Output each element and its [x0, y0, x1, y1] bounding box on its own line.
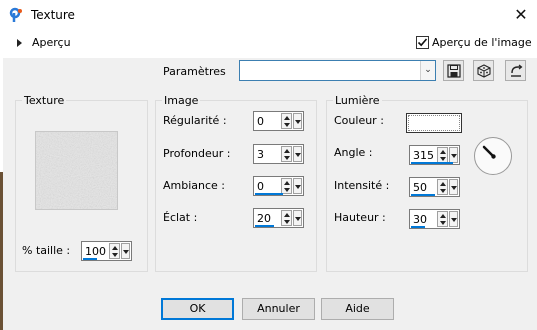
eclat-updown-icon[interactable]	[281, 210, 292, 226]
expand-triangle-icon[interactable]	[17, 39, 22, 47]
random-button[interactable]	[473, 60, 494, 81]
angle-fill-bar	[411, 162, 453, 164]
ambiance-updown-icon[interactable]	[281, 178, 292, 194]
size-fill-bar	[83, 258, 97, 260]
preview-image-checkbox[interactable]	[416, 36, 429, 49]
help-button[interactable]: Aide	[321, 298, 394, 320]
angle-spinner[interactable]: 315	[409, 145, 460, 165]
regularite-label: Régularité :	[163, 114, 227, 127]
close-icon[interactable]: ✕	[510, 4, 532, 26]
profondeur-dropdown-icon[interactable]	[293, 146, 302, 162]
ambiance-spinner[interactable]: 0	[253, 176, 304, 196]
angle-value: 315	[413, 149, 434, 162]
regularite-value: 0	[257, 115, 264, 128]
save-preset-button[interactable]	[443, 60, 464, 81]
title-bar: Texture ✕	[0, 0, 537, 31]
window-title: Texture	[31, 8, 75, 22]
profondeur-spinner[interactable]: 3	[253, 144, 304, 164]
size-spinner[interactable]: 100	[81, 241, 132, 261]
ambiance-dropdown-icon[interactable]	[293, 178, 302, 194]
angle-updown-icon[interactable]	[437, 147, 448, 163]
lumiere-group-title: Lumière	[333, 94, 382, 107]
hauteur-updown-icon[interactable]	[437, 211, 448, 227]
ok-button[interactable]: OK	[161, 298, 234, 320]
angle-dial[interactable]	[474, 137, 512, 175]
texture-group-title: Texture	[22, 94, 67, 107]
eclat-spinner[interactable]: 20	[253, 208, 304, 228]
chevron-down-icon[interactable]: ⌄	[420, 61, 435, 80]
profondeur-updown-icon[interactable]	[281, 146, 292, 162]
regularite-spinner[interactable]: 0	[253, 111, 304, 131]
reset-button[interactable]	[505, 60, 526, 81]
angle-label: Angle :	[334, 146, 373, 159]
profondeur-value: 3	[257, 148, 264, 161]
regularite-dropdown-icon[interactable]	[293, 113, 302, 129]
eclat-fill-bar	[255, 225, 274, 227]
ambiance-fill-bar	[255, 193, 283, 195]
preview-toggle-label[interactable]: Aperçu	[32, 36, 71, 49]
intensite-fill-bar	[411, 194, 435, 196]
preview-image-label: Aperçu de l'image	[432, 36, 532, 49]
intensite-updown-icon[interactable]	[437, 179, 448, 195]
light-color-swatch[interactable]	[406, 113, 462, 133]
intensite-value: 50	[413, 181, 427, 194]
params-label: Paramètres	[163, 65, 226, 78]
hauteur-spinner[interactable]: 30	[409, 209, 460, 229]
size-value: 100	[85, 245, 106, 258]
intensite-spinner[interactable]: 50	[409, 177, 460, 197]
angle-dropdown-icon[interactable]	[449, 147, 458, 163]
intensite-dropdown-icon[interactable]	[449, 179, 458, 195]
app-icon	[9, 7, 25, 23]
ambiance-label: Ambiance :	[163, 179, 226, 192]
params-combo[interactable]: ⌄	[239, 60, 436, 81]
size-updown-icon[interactable]	[109, 243, 120, 259]
cancel-button[interactable]: Annuler	[242, 298, 315, 320]
reset-arrow-icon	[511, 64, 523, 77]
hauteur-label: Hauteur :	[334, 211, 386, 224]
profondeur-label: Profondeur :	[163, 147, 231, 160]
eclat-dropdown-icon[interactable]	[293, 210, 302, 226]
hauteur-value: 30	[413, 213, 427, 226]
ambiance-value: 0	[257, 180, 264, 193]
image-group-title: Image	[162, 94, 201, 107]
couleur-label: Couleur :	[334, 114, 384, 127]
hauteur-fill-bar	[411, 226, 425, 228]
hauteur-dropdown-icon[interactable]	[449, 211, 458, 227]
eclat-label: Éclat :	[163, 211, 198, 224]
texture-preview[interactable]	[35, 131, 118, 210]
dice-icon	[477, 64, 491, 78]
size-label: % taille :	[22, 244, 71, 257]
eclat-value: 20	[257, 212, 271, 225]
checkmark-icon	[417, 38, 428, 47]
size-dropdown-icon[interactable]	[121, 243, 130, 259]
texture-swatch-image	[36, 132, 117, 209]
intensite-label: Intensité :	[334, 179, 390, 192]
save-icon	[447, 64, 461, 78]
angle-needle-icon	[482, 145, 496, 159]
regularite-updown-icon[interactable]	[281, 113, 292, 129]
